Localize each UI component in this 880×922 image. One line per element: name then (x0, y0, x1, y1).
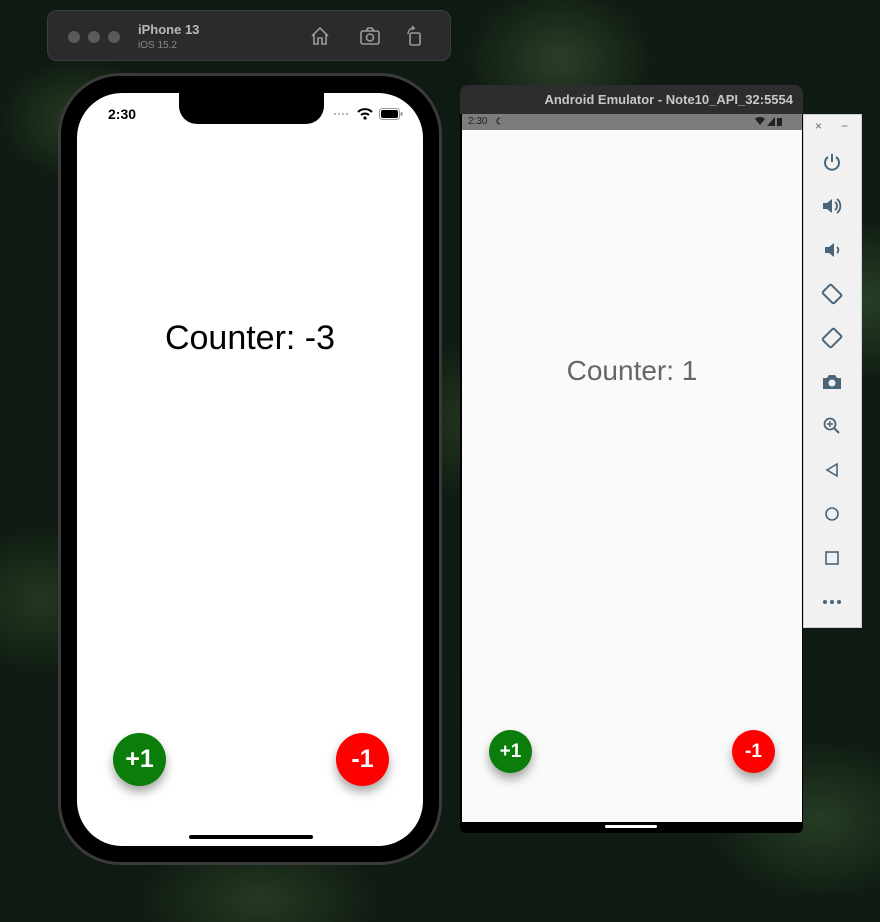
panel-close-button[interactable]: × (815, 119, 822, 133)
rotate-left-icon[interactable] (821, 283, 843, 305)
battery-icon (379, 108, 403, 120)
ios-status-icons (333, 108, 403, 120)
android-status-bar: 2:30 (462, 114, 802, 130)
home-indicator[interactable] (189, 835, 313, 839)
android-app-screen: Counter: 1 +1 -1 (462, 130, 802, 822)
back-icon[interactable] (821, 459, 843, 481)
android-emulator-window: Android Emulator - Note10_API_32:5554 2:… (460, 85, 803, 833)
ios-simulator-toolbar: iPhone 13 iOS 15.2 (47, 10, 451, 61)
wifi-icon (357, 108, 373, 120)
more-icon[interactable] (821, 591, 843, 613)
android-gesture-bar[interactable] (605, 825, 657, 828)
cellular-icon (333, 112, 349, 116)
close-window-button[interactable] (68, 31, 80, 43)
screenshot-icon[interactable] (359, 25, 381, 47)
zoom-icon[interactable] (821, 415, 843, 437)
ios-decrement-button[interactable]: -1 (336, 733, 389, 786)
ios-status-time: 2:30 (108, 106, 137, 122)
battery-icon (777, 118, 782, 126)
android-status-time: 2:30 (468, 116, 488, 127)
rotate-icon[interactable] (404, 25, 426, 47)
power-icon[interactable] (821, 151, 843, 173)
volume-up-icon[interactable] (821, 195, 843, 217)
device-name: iPhone 13 (138, 22, 200, 37)
android-status-icons (755, 117, 782, 126)
iphone-device-frame: 2:30 Counter: -3 +1 -1 (58, 73, 442, 865)
os-version: iOS 15.2 (138, 40, 177, 51)
minimize-window-button[interactable] (88, 31, 100, 43)
android-increment-button[interactable]: +1 (489, 730, 532, 773)
camera-icon[interactable] (821, 371, 843, 393)
overview-icon[interactable] (821, 547, 843, 569)
volume-down-icon[interactable] (821, 239, 843, 261)
home-icon[interactable] (821, 503, 843, 525)
android-counter-label: Counter: 1 (566, 355, 698, 386)
home-icon[interactable] (309, 25, 331, 47)
android-window-title: Android Emulator - Note10_API_32:5554 (460, 85, 803, 114)
notch (179, 93, 324, 124)
sync-icon (494, 116, 502, 129)
rotate-right-icon[interactable] (821, 327, 843, 349)
signal-icon (767, 117, 775, 126)
zoom-window-button[interactable] (108, 31, 120, 43)
panel-minimize-button[interactable]: − (841, 119, 848, 133)
emulator-control-panel: × − (803, 114, 862, 628)
ios-counter-label: Counter: -3 (164, 319, 336, 357)
ios-app-screen: 2:30 Counter: -3 +1 -1 (77, 93, 423, 846)
wifi-icon (755, 117, 765, 125)
android-decrement-button[interactable]: -1 (732, 730, 775, 773)
ios-increment-button[interactable]: +1 (113, 733, 166, 786)
